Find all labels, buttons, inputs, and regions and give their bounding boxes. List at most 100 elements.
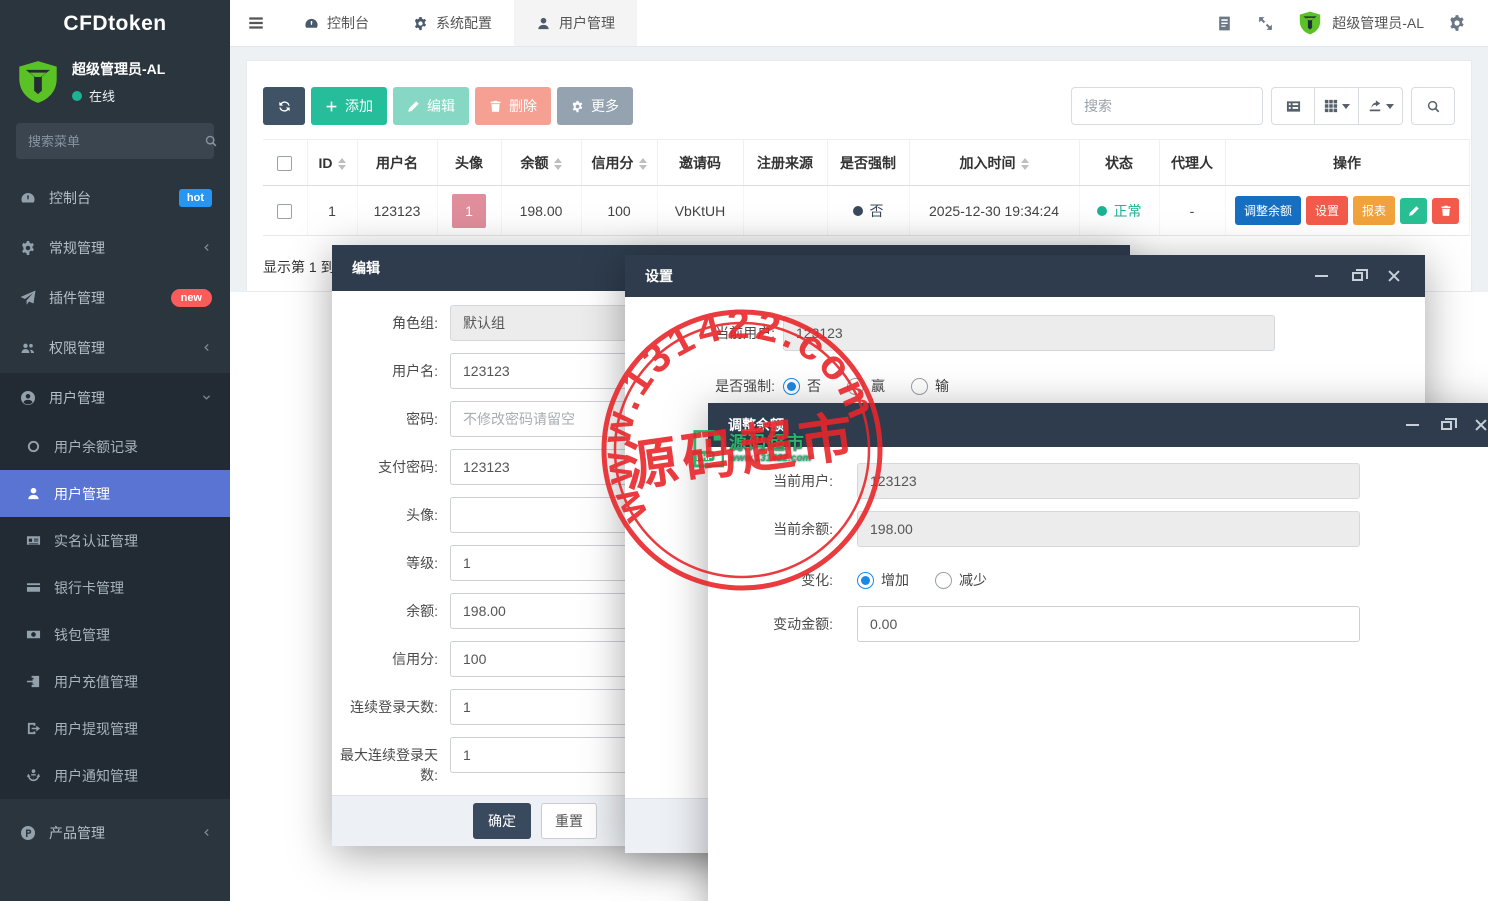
current-user-input[interactable] bbox=[783, 315, 1275, 351]
gear-icon bbox=[571, 100, 584, 113]
cell-id: 1 bbox=[307, 186, 357, 236]
avatar[interactable]: 1 bbox=[452, 194, 486, 228]
adjust-balance-button[interactable]: 调整余额 bbox=[1235, 196, 1301, 225]
app-window: CFDtoken 超级管理员-AL 在线 控制台 hot 常规管理 插件管理 n… bbox=[0, 0, 1488, 901]
cell-reg-source bbox=[743, 186, 827, 236]
sidebar-item-deposits[interactable]: 用户充值管理 bbox=[0, 658, 230, 705]
sidebar-item-plugins[interactable]: 插件管理 new bbox=[0, 273, 230, 323]
sidebar-item-kyc[interactable]: 实名认证管理 bbox=[0, 517, 230, 564]
pencil-icon bbox=[1408, 205, 1420, 217]
sidebar-item-dashboard[interactable]: 控制台 hot bbox=[0, 173, 230, 223]
settings-gears-icon[interactable] bbox=[1448, 14, 1466, 32]
edit-button[interactable]: 编辑 bbox=[393, 87, 469, 125]
force-option-win[interactable]: 赢 bbox=[847, 376, 885, 396]
navbar-user-name: 超级管理员-AL bbox=[1332, 13, 1424, 33]
col-balance[interactable]: 余额 bbox=[501, 140, 581, 186]
minimize-icon[interactable] bbox=[1315, 275, 1328, 277]
row-settings-button[interactable]: 设置 bbox=[1306, 196, 1348, 225]
col-credit[interactable]: 信用分 bbox=[581, 140, 657, 186]
sidebar-search-input[interactable] bbox=[28, 134, 204, 149]
col-status: 状态 bbox=[1079, 140, 1159, 186]
sidebar-item-notifications[interactable]: 用户通知管理 bbox=[0, 752, 230, 799]
tab-user-management[interactable]: 用户管理 bbox=[514, 0, 637, 46]
hot-badge: hot bbox=[179, 189, 212, 207]
current-balance-input[interactable] bbox=[857, 511, 1360, 547]
sidebar-user-name: 超级管理员-AL bbox=[72, 59, 165, 79]
table-header-row: ID 用户名 头像 余额 信用分 邀请码 注册来源 是否强制 加入时间 状态 代… bbox=[263, 140, 1469, 186]
sidebar-item-general[interactable]: 常规管理 bbox=[0, 223, 230, 273]
gear-icon bbox=[413, 16, 428, 31]
export-button[interactable] bbox=[1359, 87, 1403, 125]
sidebar-item-products[interactable]: 产品管理 bbox=[0, 808, 230, 858]
change-option-decrease[interactable]: 减少 bbox=[935, 570, 987, 590]
col-id[interactable]: ID bbox=[307, 140, 357, 186]
sidebar-item-balance-records[interactable]: 用户余额记录 bbox=[0, 423, 230, 470]
anchor-icon bbox=[26, 768, 41, 783]
close-icon[interactable] bbox=[1474, 418, 1488, 432]
settings-modal-header[interactable]: 设置 bbox=[625, 255, 1425, 297]
sidebar-item-label: 产品管理 bbox=[49, 823, 201, 843]
user-menu[interactable]: 超级管理员-AL bbox=[1298, 11, 1424, 35]
grid-icon bbox=[1324, 99, 1338, 113]
more-button[interactable]: 更多 bbox=[557, 87, 633, 125]
cell-balance: 198.00 bbox=[501, 186, 581, 236]
sidebar-item-label: 用户充值管理 bbox=[54, 672, 212, 692]
fullscreen-icon[interactable] bbox=[1257, 15, 1274, 32]
current-user-input[interactable] bbox=[857, 463, 1360, 499]
delete-button[interactable]: 删除 bbox=[475, 87, 551, 125]
add-button[interactable]: 添加 bbox=[311, 87, 387, 125]
table-toolbar: 添加 编辑 删除 更多 bbox=[263, 87, 1455, 125]
chevron-left-icon bbox=[201, 240, 212, 256]
tab-label: 系统配置 bbox=[436, 13, 492, 33]
close-icon[interactable] bbox=[1387, 269, 1401, 283]
sidebar-item-bank-cards[interactable]: 银行卡管理 bbox=[0, 564, 230, 611]
sidebar-item-user-management[interactable]: 用户管理 bbox=[0, 470, 230, 517]
id-card-icon bbox=[26, 533, 41, 548]
tab-dashboard[interactable]: 控制台 bbox=[282, 0, 391, 46]
refresh-button[interactable] bbox=[263, 87, 305, 125]
modal-title: 调整余额 bbox=[728, 415, 784, 435]
app-title: CFDtoken bbox=[0, 0, 230, 47]
maximize-icon[interactable] bbox=[1352, 272, 1363, 281]
table-search-input[interactable] bbox=[1071, 87, 1263, 125]
toggle-view-button[interactable] bbox=[1271, 87, 1315, 125]
reset-button[interactable]: 重置 bbox=[541, 803, 597, 839]
change-option-increase[interactable]: 增加 bbox=[857, 570, 909, 590]
row-delete-button[interactable] bbox=[1432, 198, 1459, 224]
force-option-lose[interactable]: 输 bbox=[911, 376, 949, 396]
change-amount-input[interactable] bbox=[857, 606, 1360, 642]
table-row: 1 123123 1 198.00 100 VbKtUH 否 2025-12-3… bbox=[263, 186, 1469, 236]
sidebar-item-wallets[interactable]: 钱包管理 bbox=[0, 611, 230, 658]
online-status-dot bbox=[72, 91, 82, 101]
force-option-no[interactable]: 否 bbox=[783, 376, 821, 396]
adjust-balance-modal-header[interactable]: 调整余额 bbox=[708, 403, 1488, 447]
gauge-icon bbox=[304, 16, 319, 31]
sidebar-item-permissions[interactable]: 权限管理 bbox=[0, 323, 230, 373]
search-icon bbox=[204, 134, 218, 148]
list-alt-icon bbox=[1286, 99, 1301, 114]
sidebar-item-withdrawals[interactable]: 用户提现管理 bbox=[0, 705, 230, 752]
sidebar-search bbox=[16, 123, 214, 159]
document-icon[interactable] bbox=[1216, 15, 1233, 32]
cell-join-time: 2025-12-30 19:34:24 bbox=[909, 186, 1079, 236]
row-checkbox[interactable] bbox=[277, 204, 292, 219]
wallet-icon bbox=[26, 627, 41, 642]
sidebar-toggle-button[interactable] bbox=[230, 0, 282, 46]
minimize-icon[interactable] bbox=[1406, 424, 1419, 426]
tab-system-config[interactable]: 系统配置 bbox=[391, 0, 514, 46]
paper-plane-icon bbox=[20, 290, 36, 306]
modal-title: 设置 bbox=[645, 266, 673, 286]
col-join-time[interactable]: 加入时间 bbox=[909, 140, 1079, 186]
col-actions: 操作 bbox=[1225, 140, 1469, 186]
select-all-checkbox[interactable] bbox=[277, 156, 292, 171]
row-edit-button[interactable] bbox=[1400, 198, 1427, 224]
confirm-button[interactable]: 确定 bbox=[473, 803, 531, 839]
columns-button[interactable] bbox=[1315, 87, 1359, 125]
export-icon bbox=[1368, 99, 1382, 113]
maximize-icon[interactable] bbox=[1441, 421, 1452, 430]
sidebar-item-user-mgmt-parent[interactable]: 用户管理 bbox=[0, 373, 230, 423]
chevron-down-icon bbox=[201, 390, 212, 406]
report-button[interactable]: 报表 bbox=[1353, 196, 1395, 225]
advanced-search-button[interactable] bbox=[1411, 87, 1455, 125]
tab-label: 控制台 bbox=[327, 13, 369, 33]
